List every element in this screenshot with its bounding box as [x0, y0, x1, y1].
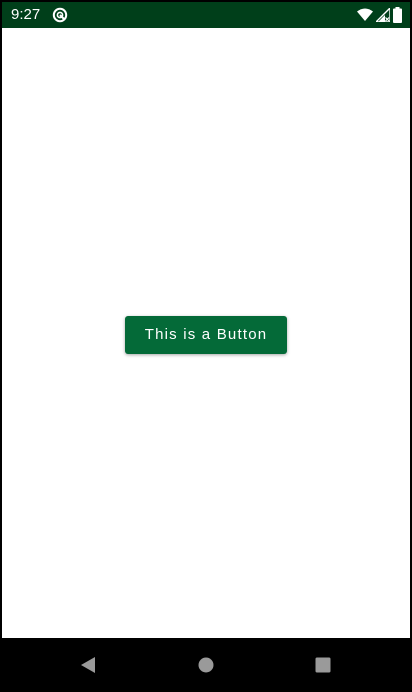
- app-notification-icon: [52, 7, 68, 23]
- main-content: This is a Button: [2, 28, 410, 638]
- status-time: 9:27: [11, 6, 41, 23]
- wifi-icon: [357, 8, 373, 22]
- home-icon[interactable]: [196, 655, 216, 675]
- status-bar: 9:27: [2, 2, 410, 28]
- recents-icon[interactable]: [313, 655, 333, 675]
- status-icons: [357, 7, 402, 23]
- battery-icon: [393, 7, 402, 23]
- phone-screen: 9:27 This is a Button: [0, 0, 412, 692]
- back-icon[interactable]: [78, 655, 98, 675]
- navigation-bar: [2, 638, 410, 692]
- main-button[interactable]: This is a Button: [125, 316, 287, 354]
- cell-signal-icon: [376, 8, 390, 22]
